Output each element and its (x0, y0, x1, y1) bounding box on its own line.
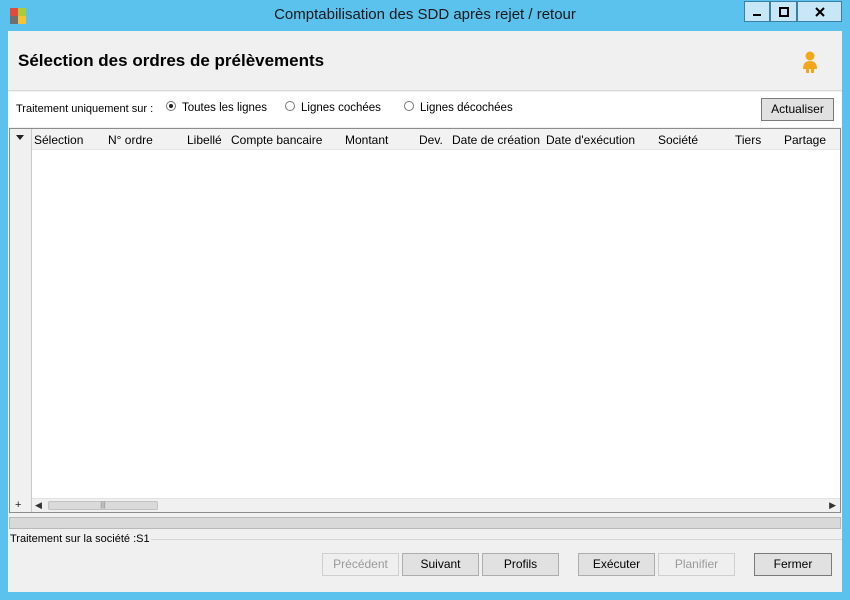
execute-button[interactable]: Exécuter (578, 553, 655, 576)
application-window: Comptabilisation des SDD après rejet / r… (0, 0, 850, 600)
filter-panel: Traitement uniquement sur : Toutes les l… (8, 92, 842, 127)
column-header-third-party[interactable]: Tiers (735, 133, 761, 147)
orders-grid[interactable]: Sélection N° ordre Libellé Compte bancai… (9, 128, 841, 513)
page-title: Sélection des ordres de prélèvements (18, 51, 325, 70)
radio-unchecked-icon[interactable] (404, 101, 414, 111)
title-bar[interactable]: Comptabilisation des SDD après rejet / r… (0, 0, 850, 30)
grid-row-header (10, 129, 32, 512)
horizontal-scrollbar[interactable]: ◀ ||| ▶ (32, 498, 840, 512)
close-icon[interactable] (797, 1, 842, 22)
column-header-order-number[interactable]: N° ordre (108, 133, 153, 147)
dropdown-arrow-icon[interactable] (16, 135, 24, 140)
profiles-button-label: Profils (503, 557, 538, 571)
column-header-execution-date[interactable]: Date d'exécution (546, 133, 635, 147)
radio-label: Lignes cochées (301, 102, 381, 114)
scroll-left-icon[interactable]: ◀ (35, 500, 42, 511)
radio-checked-icon[interactable] (166, 101, 176, 111)
previous-button[interactable]: Précédent (322, 553, 399, 576)
previous-button-label: Précédent (333, 557, 388, 571)
close-button[interactable]: Fermer (754, 553, 832, 576)
progress-bar (9, 517, 841, 529)
refresh-button[interactable]: Actualiser (761, 98, 834, 121)
refresh-button-label: Actualiser (771, 102, 824, 116)
next-button-label: Suivant (420, 557, 461, 571)
column-header-company[interactable]: Société (658, 133, 698, 147)
status-text: Traitement sur la société :S1 (10, 533, 150, 545)
radio-lignes-cochees[interactable]: Lignes cochées (285, 101, 381, 114)
status-divider (151, 539, 842, 540)
scroll-thumb[interactable]: ||| (48, 501, 158, 510)
client-area: Sélection des ordres de prélèvements Tra… (8, 31, 842, 592)
minimize-icon[interactable] (744, 1, 770, 22)
header-panel: Sélection des ordres de prélèvements (8, 31, 842, 91)
radio-toutes-les-lignes[interactable]: Toutes les lignes (166, 101, 268, 114)
filter-label: Traitement uniquement sur : (16, 103, 154, 115)
window-title: Comptabilisation des SDD après rejet / r… (274, 6, 576, 23)
column-header-currency[interactable]: Dev. (419, 133, 443, 147)
schedule-button-label: Planifier (674, 557, 719, 571)
column-header-bank-account[interactable]: Compte bancaire (231, 133, 322, 147)
grid-header: Sélection N° ordre Libellé Compte bancai… (32, 129, 840, 150)
column-header-selection[interactable]: Sélection (34, 133, 83, 147)
column-header-amount[interactable]: Montant (345, 133, 388, 147)
radio-label: Toutes les lignes (182, 102, 268, 114)
maximize-icon[interactable] (770, 1, 797, 22)
radio-lignes-decochees[interactable]: Lignes décochées (404, 101, 513, 114)
profiles-button[interactable]: Profils (482, 553, 559, 576)
next-button[interactable]: Suivant (402, 553, 479, 576)
close-button-label: Fermer (773, 557, 813, 571)
column-header-creation-date[interactable]: Date de création (452, 133, 540, 147)
plus-icon[interactable]: + (15, 499, 21, 511)
user-icon[interactable] (801, 51, 819, 73)
radio-unchecked-icon[interactable] (285, 101, 295, 111)
schedule-button[interactable]: Planifier (658, 553, 735, 576)
column-header-sharing[interactable]: Partage (784, 133, 826, 147)
scroll-right-icon[interactable]: ▶ (829, 500, 836, 511)
radio-label: Lignes décochées (420, 102, 513, 114)
execute-button-label: Exécuter (592, 557, 641, 571)
column-header-label[interactable]: Libellé (187, 133, 222, 147)
